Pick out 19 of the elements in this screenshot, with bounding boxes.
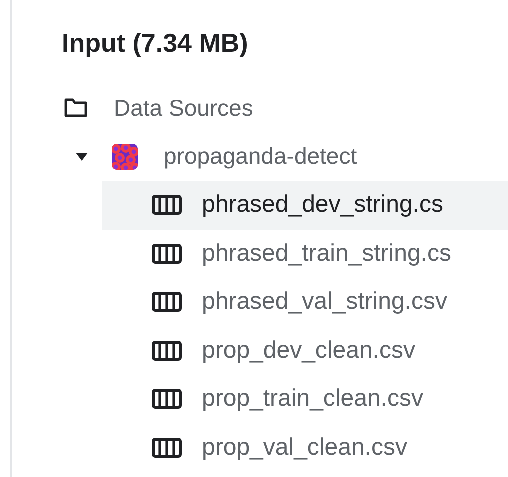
panel-title: Input (7.34 MB) bbox=[62, 28, 248, 59]
folder-icon bbox=[64, 98, 88, 118]
file-name[interactable]: prop_val_clean.csv bbox=[202, 434, 408, 462]
file-name[interactable]: phrased_train_string.cs bbox=[202, 240, 452, 268]
file-name[interactable]: prop_dev_clean.csv bbox=[202, 336, 416, 365]
expanded-caret-icon[interactable] bbox=[76, 152, 88, 161]
table-icon bbox=[152, 389, 182, 410]
table-icon bbox=[152, 340, 182, 361]
table-icon bbox=[152, 244, 182, 264]
dataset-thumbnail-icon bbox=[112, 144, 138, 170]
dataset-name[interactable]: propaganda-detect bbox=[164, 143, 358, 170]
file-name[interactable]: phrased_val_string.csv bbox=[202, 288, 448, 316]
table-icon bbox=[152, 195, 182, 216]
folder-name[interactable]: Data Sources bbox=[114, 94, 254, 122]
file-name[interactable]: phrased_dev_string.cs bbox=[202, 191, 444, 220]
table-icon bbox=[152, 438, 182, 458]
selected-file-row[interactable]: phrased_dev_string.cs bbox=[102, 181, 508, 230]
file-name[interactable]: prop_train_clean.csv bbox=[202, 385, 424, 414]
table-icon bbox=[152, 292, 182, 312]
